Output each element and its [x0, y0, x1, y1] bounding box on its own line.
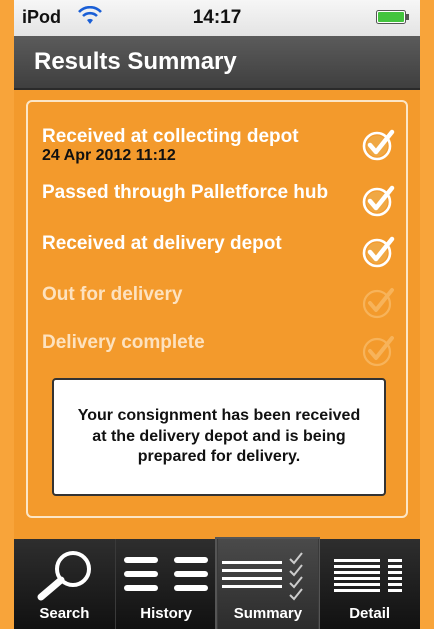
step-palletforce-hub: Passed through Palletforce hub: [42, 182, 396, 222]
phone-screen: iPod 14:17 Results Summary Received at c…: [14, 0, 420, 629]
check-icon: [362, 288, 394, 319]
step-label: Passed through Palletforce hub: [42, 182, 329, 203]
search-icon: [37, 551, 92, 601]
nav-bar: Results Summary: [14, 36, 420, 90]
step-out-for-delivery: Out for delivery: [42, 284, 396, 324]
step-date: 24 Apr 2012 11:12: [42, 147, 176, 164]
status-bar: iPod 14:17: [14, 0, 420, 36]
tab-bar: Search History Summary Detail: [14, 537, 420, 629]
step-label: Delivery complete: [42, 332, 205, 353]
tab-history[interactable]: History: [114, 539, 217, 629]
results-panel: Received at collecting depot 24 Apr 2012…: [26, 100, 408, 518]
check-icon: [362, 185, 395, 217]
summary-checklist-icon: [221, 552, 303, 601]
battery-icon: [376, 10, 409, 24]
step-delivery-complete: Delivery complete: [42, 332, 396, 372]
tab-label: Detail: [349, 605, 391, 622]
step-label: Received at collecting depot: [42, 126, 299, 147]
outer-frame-right: [420, 0, 434, 629]
tab-label: Summary: [233, 605, 303, 622]
step-label: Received at delivery depot: [42, 233, 282, 254]
page-title: Results Summary: [34, 48, 237, 75]
check-icon: [362, 336, 394, 367]
status-time: 14:17: [192, 7, 242, 28]
check-icon: [362, 129, 395, 161]
tab-detail[interactable]: Detail: [318, 539, 420, 629]
step-delivery-depot: Received at delivery depot: [42, 233, 396, 273]
outer-frame-left: [0, 0, 14, 629]
status-message: Your consignment has been received at th…: [77, 407, 361, 466]
tab-label: History: [140, 605, 192, 622]
check-icon: [362, 236, 395, 268]
tab-summary[interactable]: Summary: [214, 537, 321, 629]
step-label: Out for delivery: [42, 284, 183, 305]
tab-label: Search: [39, 605, 90, 622]
detail-list-icon: [333, 559, 402, 592]
history-list-icon: [124, 557, 209, 591]
step-collecting-depot: Received at collecting depot 24 Apr 2012…: [42, 126, 396, 166]
tab-search[interactable]: Search: [14, 539, 115, 629]
status-message-box: Your consignment has been received at th…: [52, 378, 386, 496]
